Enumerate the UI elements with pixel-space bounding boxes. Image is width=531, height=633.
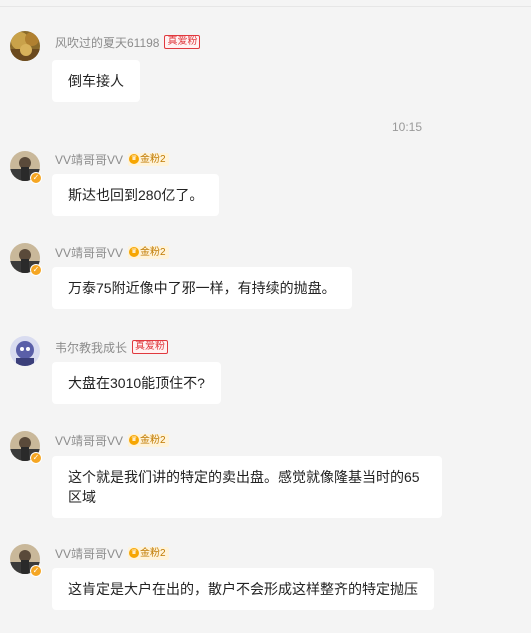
avatar[interactable]: [10, 31, 40, 61]
message-bubble: 大盘在3010能顶住不?: [52, 362, 221, 404]
crown-icon: ♛: [129, 154, 140, 164]
message-bubble: 这肯定是大户在出的，散户不会形成这样整齐的特定抛压: [52, 568, 434, 610]
message-text: 这肯定是大户在出的，散户不会形成这样整齐的特定抛压: [68, 581, 418, 597]
nickname[interactable]: 韦尔教我成长: [55, 339, 127, 356]
message-bubble: 这个就是我们讲的特定的卖出盘。感觉就像隆基当时的65 区域: [52, 456, 442, 518]
fan-badge: 真爱粉: [164, 35, 201, 49]
gold-badge-label: 金粉2: [140, 434, 166, 446]
gold-badge-label: 金粉2: [140, 246, 166, 258]
nickname[interactable]: VV靖哥哥VV: [55, 151, 123, 168]
gold-badge: ♛ 金粉2: [128, 433, 169, 447]
timestamp: 10:15: [392, 120, 423, 134]
crown-icon: ♛: [129, 435, 140, 445]
gold-badge: ♛ 金粉2: [128, 546, 169, 560]
crown-icon: ♛: [129, 247, 140, 257]
gold-badge-label: 金粉2: [140, 153, 166, 165]
nickname[interactable]: VV靖哥哥VV: [55, 545, 123, 562]
verified-icon: ✓: [30, 264, 42, 276]
top-divider: [0, 0, 531, 7]
gold-badge: ♛ 金粉2: [128, 245, 169, 259]
verified-icon: ✓: [30, 172, 42, 184]
gold-badge-label: 金粉2: [140, 547, 166, 559]
verified-icon: ✓: [30, 565, 42, 577]
message-bubble: 斯达也回到280亿了。: [52, 174, 220, 216]
avatar[interactable]: [10, 336, 40, 366]
crown-icon: ♛: [129, 548, 140, 558]
nickname[interactable]: VV靖哥哥VV: [55, 432, 123, 449]
nickname[interactable]: 风吹过的夏天61198: [55, 34, 159, 51]
avatar[interactable]: ✓: [10, 431, 42, 464]
avatar[interactable]: ✓: [10, 243, 42, 276]
message-text: 倒车接人: [68, 73, 124, 89]
message-text: 大盘在3010能顶住不?: [68, 375, 205, 391]
nickname[interactable]: VV靖哥哥VV: [55, 244, 123, 261]
message-text: 万泰75附近像中了邪一样，有持续的抛盘。: [68, 280, 336, 296]
message-text-line: 这个就是我们讲的特定的卖出盘。感觉就像隆基当时的65: [68, 469, 420, 485]
message-bubble: 倒车接人: [52, 60, 140, 102]
message-text-line: 区域: [68, 489, 96, 505]
message-text: 斯达也回到280亿了。: [68, 187, 204, 203]
avatar[interactable]: ✓: [10, 151, 42, 184]
fan-badge: 真爱粉: [132, 340, 169, 354]
message-bubble: 万泰75附近像中了邪一样，有持续的抛盘。: [52, 267, 352, 309]
avatar[interactable]: ✓: [10, 544, 42, 577]
verified-icon: ✓: [30, 452, 42, 464]
gold-badge: ♛ 金粉2: [128, 152, 169, 166]
